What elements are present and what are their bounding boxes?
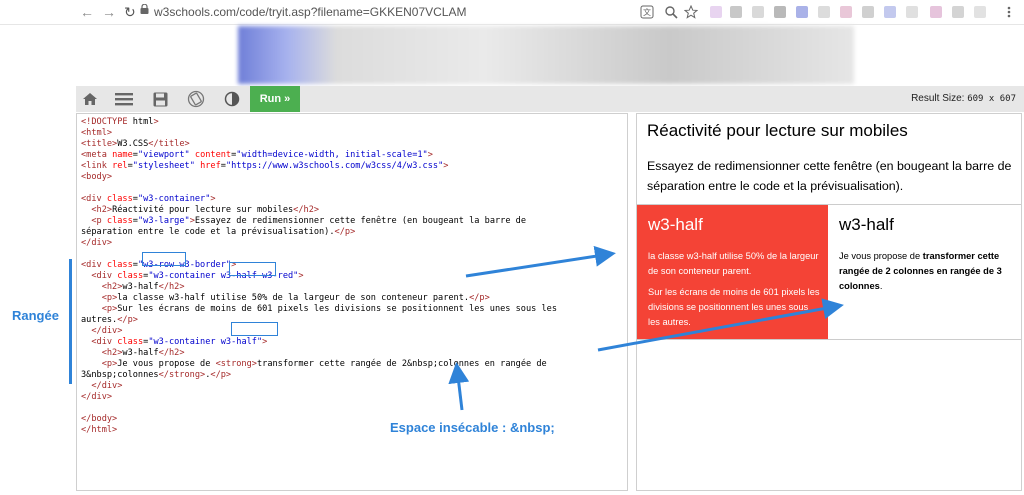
extension-icon[interactable] [818, 6, 830, 18]
address-bar[interactable]: w3schools.com/code/tryit.asp?filename=GK… [140, 3, 700, 21]
extension-icon[interactable] [796, 6, 808, 18]
result-paragraph: Essayez de redimensionner cette fenêtre … [647, 159, 1012, 193]
highlight-w3-half [229, 262, 276, 276]
code-text[interactable]: <!DOCTYPE html> <html> <title>W3.CSS</ti… [81, 117, 557, 436]
result-size: Result Size: 609 x 607 [911, 93, 1016, 104]
paragraph-text: Je vous propose de [839, 251, 923, 261]
extension-icon[interactable] [840, 6, 852, 18]
extension-icon[interactable] [906, 6, 918, 18]
extension-icon[interactable] [752, 6, 764, 18]
row-label: Rangée [12, 308, 59, 323]
menu-icon[interactable] [1002, 5, 1016, 19]
back-icon[interactable]: ← [80, 3, 94, 21]
row-bracket [69, 259, 72, 384]
result-title: Réactivité pour lecture sur mobiles [647, 121, 908, 140]
run-button[interactable]: Run » [250, 86, 300, 112]
paragraph-text: . [879, 281, 883, 291]
menu-icon[interactable] [114, 89, 134, 109]
translate-icon[interactable]: 文 [640, 5, 654, 19]
highlight-w3-half [231, 322, 278, 336]
w3-row: w3-half la classe w3-half utilise 50% de… [637, 204, 1021, 340]
extension-icon[interactable] [884, 6, 896, 18]
extension-icon[interactable] [730, 6, 742, 18]
advertisement-banner[interactable] [238, 26, 854, 84]
forward-icon[interactable]: → [102, 3, 116, 21]
extension-icon[interactable] [710, 6, 722, 18]
column-heading: w3-half [648, 215, 703, 234]
rotate-icon[interactable] [186, 89, 206, 109]
star-icon[interactable] [684, 5, 698, 19]
column-paragraph: la classe w3-half utilise 50% de la larg… [648, 251, 819, 276]
reload-icon[interactable]: ↻ [124, 3, 136, 21]
column-paragraph: Je vous propose de transformer cette ran… [839, 249, 1011, 294]
extension-icon[interactable] [774, 6, 786, 18]
result-size-label: Result Size: [911, 93, 965, 104]
save-icon[interactable] [150, 89, 170, 109]
zoom-icon[interactable] [664, 5, 678, 19]
w3-half-red-column: w3-half la classe w3-half utilise 50% de… [637, 205, 828, 339]
w3-half-column: w3-half Je vous propose de transformer c… [828, 205, 1021, 339]
lock-icon [140, 4, 149, 14]
profile-avatar[interactable] [974, 6, 986, 18]
nbsp-label: Espace insécable : &nbsp; [390, 420, 555, 435]
browser-toolbar: ← → ↻ w3schools.com/code/tryit.asp?filen… [0, 0, 1024, 25]
tryit-toolbar: Run » Result Size: 609 x 607 [76, 86, 1024, 112]
url-text: w3schools.com/code/tryit.asp?filename=GK… [154, 5, 467, 19]
contrast-icon[interactable] [222, 89, 242, 109]
extension-icon[interactable] [930, 6, 942, 18]
home-icon[interactable] [80, 89, 100, 109]
result-preview: Réactivité pour lecture sur mobiles Essa… [636, 113, 1022, 491]
extension-icon[interactable] [952, 6, 964, 18]
result-size-value: 609 x 607 [967, 94, 1016, 104]
highlight-w3-row [142, 252, 186, 266]
column-paragraph: Sur les écrans de moins de 601 pixels le… [648, 287, 820, 327]
svg-text:文: 文 [643, 7, 651, 17]
extension-icon[interactable] [862, 6, 874, 18]
column-heading: w3-half [839, 215, 894, 234]
